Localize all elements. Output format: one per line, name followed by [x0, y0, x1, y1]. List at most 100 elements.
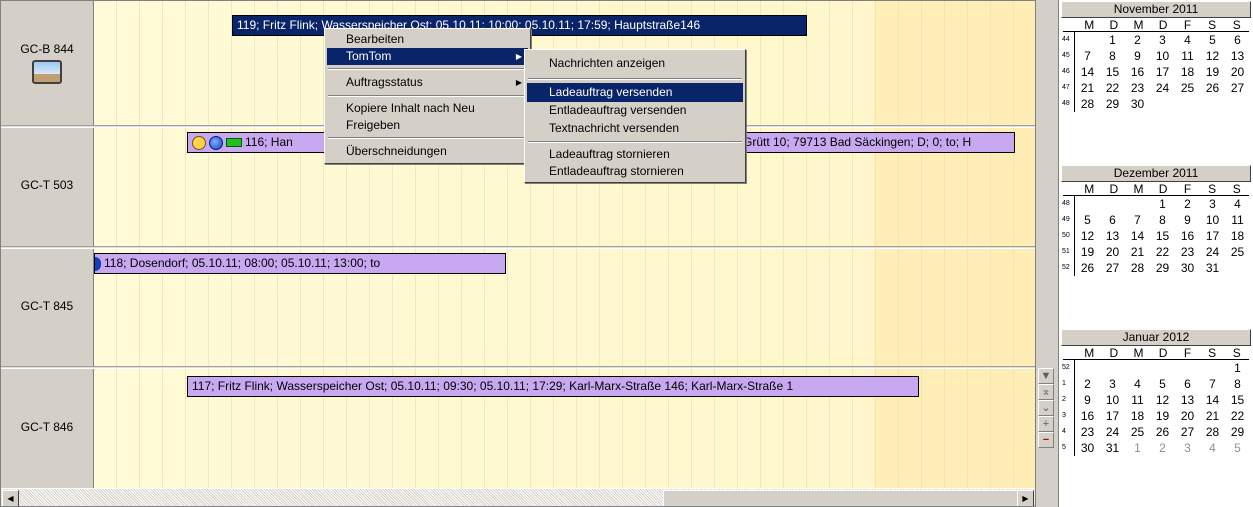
calendar-day[interactable]: 30 [1075, 440, 1100, 456]
collapse-all-icon[interactable]: ⌅ [1038, 384, 1054, 400]
calendar-day[interactable]: 6 [1225, 32, 1250, 48]
week-number[interactable]: 52 [1061, 360, 1075, 376]
calendar-day[interactable]: 5 [1075, 212, 1100, 228]
calendar-day[interactable]: 23 [1125, 80, 1150, 96]
week-number[interactable]: 5 [1061, 440, 1075, 456]
calendar-day[interactable]: 22 [1150, 244, 1175, 260]
scrollbar-thumb[interactable] [663, 490, 1021, 506]
month-title[interactable]: Januar 2012 [1061, 329, 1251, 346]
calendar-day[interactable]: 22 [1225, 408, 1250, 424]
zoom-in-icon[interactable]: + [1038, 416, 1054, 432]
expand-all-icon[interactable]: ⌄ [1038, 400, 1054, 416]
week-number[interactable]: 46 [1061, 64, 1075, 80]
month-title[interactable]: Dezember 2011 [1061, 165, 1251, 182]
week-number[interactable]: 51 [1061, 244, 1075, 260]
menu-item-tomtom[interactable]: TomTom ▶ [327, 48, 528, 65]
calendar-day[interactable]: 5 [1150, 376, 1175, 392]
calendar-day[interactable]: 24 [1100, 424, 1125, 440]
calendar-day[interactable]: 10 [1150, 48, 1175, 64]
calendar-day[interactable]: 2 [1125, 32, 1150, 48]
calendar-day[interactable]: 14 [1125, 228, 1150, 244]
calendar-day[interactable]: 1 [1150, 196, 1175, 212]
job-bar[interactable]: 117; Fritz Flink; Wasserspeicher Ost; 05… [187, 376, 919, 397]
calendar-day[interactable]: 4 [1200, 440, 1225, 456]
zoom-out-icon[interactable]: − [1038, 432, 1054, 448]
month-title[interactable]: November 2011 [1061, 1, 1251, 18]
job-bar[interactable]: 118; Dosendorf; 05.10.11; 08:00; 05.10.1… [94, 253, 506, 274]
week-number[interactable]: 1 [1061, 376, 1075, 392]
calendar-day[interactable]: 2 [1075, 376, 1100, 392]
calendar-day[interactable]: 25 [1225, 244, 1250, 260]
calendar-day[interactable]: 3 [1100, 376, 1125, 392]
resource-cell[interactable]: GC-T 845 [1, 249, 94, 366]
calendar-day[interactable]: 21 [1125, 244, 1150, 260]
calendar-day[interactable]: 8 [1100, 48, 1125, 64]
calendar-day[interactable]: 17 [1200, 228, 1225, 244]
calendar-day[interactable]: 22 [1100, 80, 1125, 96]
calendar-day[interactable]: 1 [1125, 440, 1150, 456]
calendar-day[interactable]: 13 [1225, 48, 1250, 64]
week-number[interactable]: 48 [1061, 96, 1075, 112]
calendar-day[interactable]: 17 [1150, 64, 1175, 80]
calendar-day[interactable]: 13 [1175, 392, 1200, 408]
calendar-day[interactable]: 31 [1200, 260, 1225, 276]
menu-item-auftragsstatus[interactable]: Auftragsstatus ▶ [327, 73, 528, 92]
calendar-day[interactable]: 14 [1200, 392, 1225, 408]
calendar-day[interactable]: 12 [1150, 392, 1175, 408]
calendar-day[interactable]: 26 [1075, 260, 1100, 276]
menu-item-ladeauftrag-stornieren[interactable]: Ladeauftrag stornieren [527, 146, 743, 163]
calendar-day[interactable]: 5 [1225, 440, 1250, 456]
calendar-day[interactable]: 29 [1225, 424, 1250, 440]
calendar-day[interactable]: 4 [1225, 196, 1250, 212]
calendar-day[interactable]: 30 [1175, 260, 1200, 276]
week-number[interactable]: 2 [1061, 392, 1075, 408]
calendar-day[interactable]: 27 [1225, 80, 1250, 96]
week-number[interactable]: 3 [1061, 408, 1075, 424]
calendar-day[interactable]: 8 [1150, 212, 1175, 228]
calendar-day[interactable]: 1 [1225, 360, 1250, 376]
scroll-right-button[interactable]: ▶ [1017, 490, 1034, 506]
calendar-day[interactable]: 19 [1150, 408, 1175, 424]
calendar-day[interactable]: 7 [1075, 48, 1100, 64]
calendar-day[interactable]: 21 [1200, 408, 1225, 424]
calendar-day[interactable]: 25 [1125, 424, 1150, 440]
scroll-down-icon[interactable]: ▼ [1038, 368, 1054, 384]
menu-item-ladeauftrag-versenden[interactable]: Ladeauftrag versenden [527, 83, 743, 102]
calendar-day[interactable]: 18 [1175, 64, 1200, 80]
calendar-day[interactable]: 6 [1100, 212, 1125, 228]
calendar-day[interactable]: 13 [1100, 228, 1125, 244]
calendar-day[interactable]: 24 [1150, 80, 1175, 96]
calendar-day[interactable]: 31 [1100, 440, 1125, 456]
calendar-day[interactable]: 28 [1125, 260, 1150, 276]
calendar-day[interactable]: 27 [1100, 260, 1125, 276]
menu-item-bearbeiten[interactable]: Bearbeiten [327, 31, 528, 48]
menu-item-kopiere-inhalt[interactable]: Kopiere Inhalt nach Neu [327, 100, 528, 117]
calendar-day[interactable]: 9 [1175, 212, 1200, 228]
week-number[interactable]: 52 [1061, 260, 1075, 276]
calendar-day[interactable]: 17 [1100, 408, 1125, 424]
calendar-day[interactable]: 16 [1075, 408, 1100, 424]
calendar-day[interactable]: 4 [1125, 376, 1150, 392]
calendar-day[interactable]: 12 [1075, 228, 1100, 244]
calendar-day[interactable]: 29 [1100, 96, 1125, 112]
week-number[interactable]: 50 [1061, 228, 1075, 244]
calendar-day[interactable]: 19 [1200, 64, 1225, 80]
calendar-day[interactable]: 30 [1125, 96, 1150, 112]
calendar-day[interactable]: 10 [1100, 392, 1125, 408]
calendar-day[interactable]: 4 [1175, 32, 1200, 48]
calendar-day[interactable]: 14 [1075, 64, 1100, 80]
calendar-day[interactable]: 29 [1150, 260, 1175, 276]
calendar-day[interactable]: 18 [1225, 228, 1250, 244]
calendar-day[interactable]: 16 [1125, 64, 1150, 80]
calendar-day[interactable]: 16 [1175, 228, 1200, 244]
calendar-day[interactable]: 9 [1075, 392, 1100, 408]
week-number[interactable]: 48 [1061, 196, 1075, 212]
menu-item-ueberschneidungen[interactable]: Überschneidungen [327, 142, 528, 161]
calendar-day[interactable]: 23 [1175, 244, 1200, 260]
calendar-day[interactable]: 23 [1075, 424, 1100, 440]
week-number[interactable]: 45 [1061, 48, 1075, 64]
menu-item-entladeauftrag-versenden[interactable]: Entladeauftrag versenden [527, 102, 743, 119]
calendar-day[interactable]: 9 [1125, 48, 1150, 64]
calendar-day[interactable]: 28 [1200, 424, 1225, 440]
calendar-day[interactable]: 8 [1225, 376, 1250, 392]
